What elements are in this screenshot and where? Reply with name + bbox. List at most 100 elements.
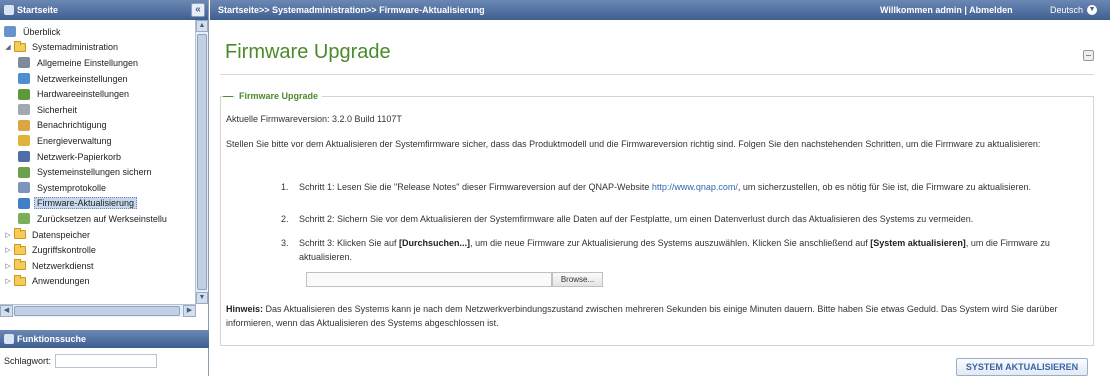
hardware-icon [18, 88, 30, 100]
tree-item-label: Netzwerkdienst [32, 260, 94, 271]
update-system-button[interactable]: SYSTEM AKTUALISIEREN [956, 358, 1088, 376]
function-search-header: Funktionssuche [0, 330, 209, 348]
overview-icon [4, 26, 16, 38]
tree-item[interactable]: ▷ Netzwerkdienst [0, 258, 196, 274]
tree-item-label: Systemeinstellungen sichern [37, 167, 152, 178]
scroll-left-arrow-icon[interactable]: ◀ [0, 305, 13, 317]
intro-text: Stellen Sie bitte vor dem Aktualisieren … [226, 139, 1041, 149]
folder-icon [14, 40, 26, 52]
tree-item-label: Netzwerkeinstellungen [37, 73, 128, 84]
tree-item-label: Systemadministration [32, 42, 119, 53]
tree-item[interactable]: Benachrichtigung [0, 118, 196, 134]
step-3-update-ref: [System aktualisieren] [870, 238, 966, 248]
step-3-browse-ref: [Durchsuchen...] [399, 238, 471, 248]
breadcrumb: Startseite>> Systemadministration>> Firm… [218, 5, 485, 15]
tree-item[interactable]: Netzwerk-Papierkorb [0, 149, 196, 165]
backup-icon [18, 166, 30, 178]
qnap-website-link[interactable]: http://www.qnap.com/ [652, 182, 738, 192]
tree-item[interactable]: Zurücksetzen auf Werkseinstellu [0, 211, 196, 227]
tree-item-label: Zurücksetzen auf Werkseinstellu [37, 213, 167, 224]
scroll-down-arrow-icon[interactable]: ▼ [196, 292, 208, 304]
network-icon [18, 73, 30, 85]
page-title: Firmware Upgrade [225, 41, 391, 63]
tree-item[interactable]: Firmware-Aktualisierung [0, 196, 196, 212]
step-3-number: 3. [281, 238, 289, 248]
firmware-file-input[interactable] [306, 272, 552, 287]
tree-item-label: Systemprotokolle [37, 182, 107, 193]
step-1: 1. Schritt 1: Lesen Sie die "Release Not… [281, 181, 1071, 195]
expand-arrow-icon[interactable]: ▷ [4, 231, 12, 239]
tree-item[interactable]: Überblick [0, 24, 196, 40]
expand-arrow-icon[interactable]: ▷ [4, 277, 12, 285]
step-3: 3. Schritt 3: Klicken Sie auf [Durchsuch… [281, 237, 1071, 264]
collapse-sidebar-button[interactable]: « [191, 3, 205, 17]
tree-item[interactable]: ▷ Datenspeicher [0, 227, 196, 243]
tree-item[interactable]: Systemeinstellungen sichern [0, 164, 196, 180]
scroll-up-arrow-icon[interactable]: ▲ [196, 20, 208, 32]
help-icon[interactable] [1083, 50, 1094, 61]
logs-icon [18, 182, 30, 194]
step-1-number: 1. [281, 182, 289, 192]
browse-button[interactable]: Browse... [552, 272, 603, 287]
tree-vertical-scrollbar[interactable]: ▲ ▼ [195, 20, 208, 304]
collapse-arrow-icon[interactable]: ◢ [4, 43, 12, 51]
navigation-tree-list: Überblick ◢ Systemadministration Allgemeine… [0, 24, 196, 289]
logout-link[interactable]: Abmelden [969, 5, 1013, 15]
expand-arrow-icon[interactable]: ▷ [4, 262, 12, 270]
folder-icon [14, 228, 26, 240]
general-settings-icon [18, 57, 30, 69]
tree-item-label: Datenspeicher [32, 229, 91, 240]
tree-item-label: Firmware-Aktualisierung [34, 197, 138, 210]
chevron-down-icon[interactable]: ▼ [1087, 5, 1098, 15]
keyword-search-input[interactable] [55, 354, 158, 368]
tree-item[interactable]: Systemprotokolle [0, 180, 196, 196]
step-3-mid: , um die neue Firmware zur Aktualisierun… [470, 238, 871, 248]
function-search-panel: Funktionssuche Schlagwort: [0, 330, 209, 376]
tree-horizontal-scroll-thumb[interactable] [14, 306, 180, 316]
tree-item[interactable]: ▷ Anwendungen [0, 274, 196, 290]
function-search-title: Funktionssuche [17, 334, 87, 344]
scroll-right-arrow-icon[interactable]: ▶ [183, 305, 196, 317]
tree-item-label: Sicherheit [37, 104, 78, 115]
folder-icon [14, 274, 26, 286]
tree-vertical-scroll-thumb[interactable] [197, 34, 207, 290]
tree-item-label: Netzwerk-Papierkorb [37, 151, 122, 162]
tree-item-label: Benachrichtigung [37, 120, 107, 131]
tree-item[interactable]: Hardwareeinstellungen [0, 86, 196, 102]
tree-item[interactable]: Sicherheit [0, 102, 196, 118]
language-selector[interactable]: Deutsch ▼ [1050, 5, 1098, 15]
tree-item-label: Allgemeine Einstellungen [37, 57, 139, 68]
section-legend: Firmware Upgrade [222, 91, 323, 101]
step-2-number: 2. [281, 214, 289, 224]
reset-icon [18, 213, 30, 225]
tree-item[interactable]: ◢ Systemadministration [0, 40, 196, 56]
tree-item[interactable]: ▷ Zugriffskontrolle [0, 242, 196, 258]
tree-item-label: Energieverwaltung [37, 135, 112, 146]
language-value: Deutsch [1050, 5, 1084, 15]
top-bar: Startseite>> Systemadministration>> Firm… [210, 0, 1110, 20]
hint-body: Das Aktualisieren des Systems kann je na… [226, 304, 1058, 328]
tree-item[interactable]: Energieverwaltung [0, 133, 196, 149]
tree-item[interactable]: Netzwerkeinstellungen [0, 71, 196, 87]
tree-item-label: Hardwareeinstellungen [37, 89, 130, 100]
sidebar-header: Startseite « [0, 0, 208, 20]
step-1-pre: Schritt 1: Lesen Sie die "Release Notes"… [299, 182, 652, 192]
folder-icon [14, 259, 26, 271]
tree-item[interactable]: Allgemeine Einstellungen [0, 55, 196, 71]
expand-arrow-icon[interactable]: ▷ [4, 246, 12, 254]
tree-item-label: Überblick [23, 26, 61, 37]
step-1-post: , um sicherzustellen, ob es nötig für Si… [737, 182, 1032, 192]
notification-icon [18, 119, 30, 131]
main-content: Firmware Upgrade Firmware Upgrade Aktuel… [210, 20, 1110, 376]
tree-horizontal-scrollbar[interactable]: ◀ ▶ [0, 304, 196, 317]
welcome-text: Willkommen admin | [880, 5, 967, 15]
tree-item-label: Zugriffskontrolle [32, 245, 96, 256]
hint-text: Hinweis: Das Aktualisieren des Systems k… [226, 303, 1081, 330]
tree-item-label: Anwendungen [32, 276, 90, 287]
security-icon [18, 104, 30, 116]
step-3-pre: Schritt 3: Klicken Sie auf [299, 238, 400, 248]
firmware-upgrade-section: Firmware Upgrade Aktuelle Firmwareversio… [220, 91, 1094, 346]
step-2-text: Schritt 2: Sichern Sie vor dem Aktualisi… [299, 214, 974, 224]
navigation-tree: Überblick ◢ Systemadministration Allgemeine… [0, 20, 209, 320]
welcome-area: Willkommen admin | Abmelden [880, 5, 1013, 15]
